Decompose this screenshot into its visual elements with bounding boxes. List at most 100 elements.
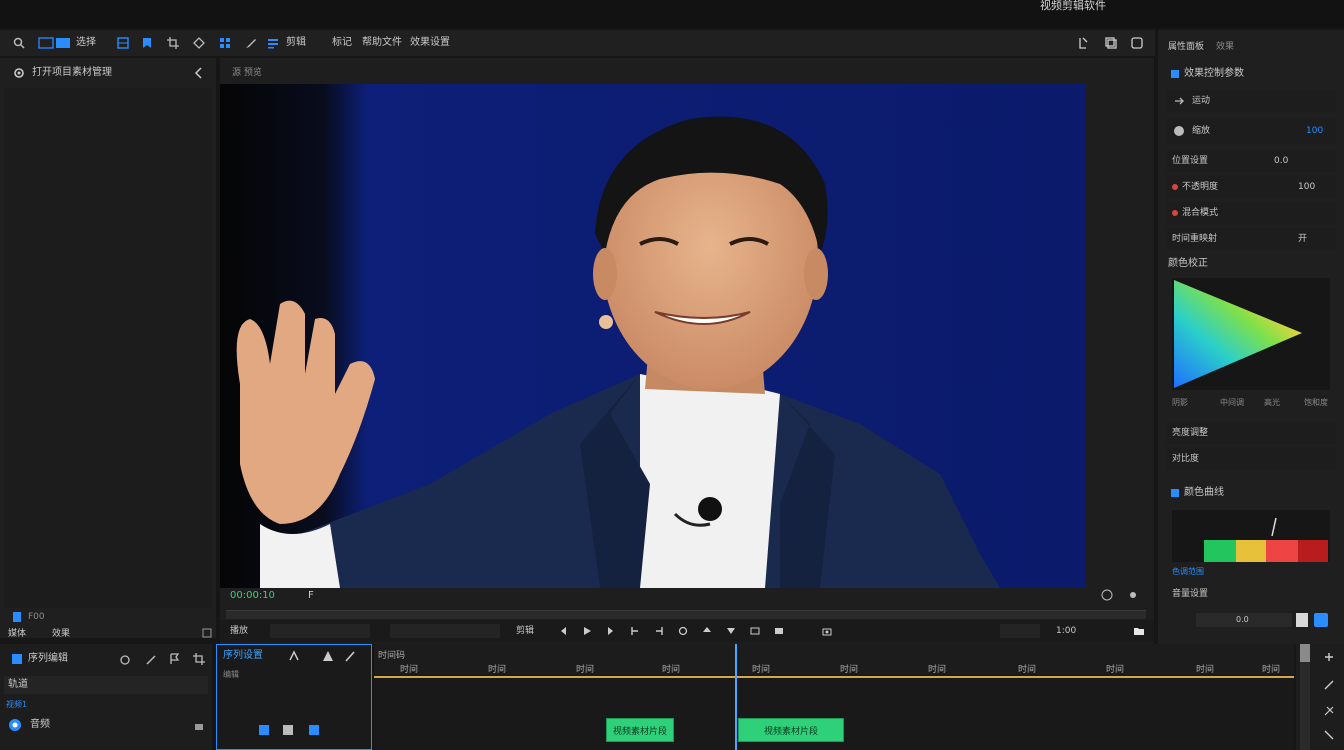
- timeline-scrollbar[interactable]: [1300, 644, 1310, 750]
- playhead[interactable]: [735, 644, 737, 750]
- preview-settings-icon[interactable]: [1126, 588, 1140, 602]
- copy-icon[interactable]: [1104, 36, 1118, 50]
- grid-icon[interactable]: [218, 36, 232, 50]
- mark-in-icon[interactable]: [628, 624, 642, 638]
- ruler-label-5: 时间: [752, 665, 771, 675]
- ruler-label-6: 时间: [840, 665, 859, 675]
- trim-icon[interactable]: [1322, 728, 1336, 742]
- preview-marker: F: [308, 590, 314, 601]
- overwrite-icon[interactable]: [772, 624, 786, 638]
- brightness-row[interactable]: 亮度调整: [1166, 422, 1336, 444]
- toolbar-item-select[interactable]: 选择: [76, 37, 96, 49]
- track-name-field[interactable]: 轨道: [4, 676, 208, 694]
- marker-tool-icon[interactable]: [140, 36, 154, 50]
- project-list-area[interactable]: [4, 88, 212, 608]
- settings-icon[interactable]: [12, 66, 26, 80]
- tab-media[interactable]: 媒体: [8, 628, 26, 640]
- zoom-in-icon[interactable]: [1322, 650, 1336, 664]
- panel-menu-icon[interactable]: [200, 626, 214, 640]
- contrast-row[interactable]: 对比度: [1166, 448, 1336, 470]
- file-label: F00: [28, 612, 45, 622]
- param-value[interactable]: 开: [1298, 233, 1307, 245]
- toolbar-item-mark[interactable]: 标记: [332, 37, 352, 49]
- zoom-field[interactable]: [1000, 624, 1040, 638]
- zoom-level[interactable]: 1:00: [1056, 625, 1076, 637]
- tab-properties[interactable]: 属性面板: [1168, 41, 1204, 53]
- ruler-label-0: 时间码: [378, 651, 406, 661]
- window-icon[interactable]: [1130, 36, 1144, 50]
- tab-effects-right[interactable]: 效果: [1216, 41, 1234, 53]
- layout-icon[interactable]: [116, 36, 130, 50]
- scrub-bar[interactable]: [226, 610, 1146, 619]
- param-row-position[interactable]: 位置设置 0.0: [1166, 150, 1336, 172]
- loop-icon[interactable]: [676, 624, 690, 638]
- audio-lock-icon[interactable]: [192, 718, 206, 732]
- volume-slider[interactable]: 0.0: [1196, 613, 1292, 627]
- param-row-timeremap[interactable]: 时间重映射 开: [1166, 228, 1336, 250]
- transport-field[interactable]: [270, 624, 370, 638]
- transport-center-label[interactable]: 剪辑: [516, 625, 534, 637]
- track-sync-button[interactable]: [283, 725, 293, 735]
- effects-control-panel: 属性面板 效果 效果控制参数 运动 缩放 100 位置设置 0.0 不透明度 1…: [1158, 30, 1344, 644]
- extract-icon[interactable]: [724, 624, 738, 638]
- step-forward-icon[interactable]: [604, 624, 618, 638]
- video-clip-a[interactable]: 视频素材片段: [606, 718, 674, 742]
- pen-tool-icon[interactable]: [144, 652, 158, 666]
- param-row-blend[interactable]: 混合模式: [1166, 202, 1336, 224]
- preview-timecode: 00:00:10: [230, 590, 275, 601]
- tool-icon-b[interactable]: [321, 649, 335, 663]
- toolbar-item-effects[interactable]: 效果设置: [410, 37, 450, 49]
- list-icon[interactable]: [266, 36, 280, 50]
- tab-effects[interactable]: 效果: [52, 628, 70, 640]
- track-mute-button[interactable]: [309, 725, 319, 735]
- timeline-area[interactable]: 视频素材片段 视频素材片段: [374, 644, 1294, 750]
- color-section-title: 颜色校正: [1168, 258, 1208, 269]
- toolbar-item-edit[interactable]: 剪辑: [286, 37, 306, 49]
- tool-icon-c[interactable]: [343, 649, 357, 663]
- export-icon[interactable]: [1076, 36, 1090, 50]
- insert-icon[interactable]: [748, 624, 762, 638]
- time-ruler[interactable]: [374, 644, 1294, 674]
- track-target-button[interactable]: [259, 725, 269, 735]
- video-frame[interactable]: [220, 84, 1086, 588]
- brightness-label: 亮度调整: [1172, 428, 1209, 438]
- param-value[interactable]: 0.0: [1274, 155, 1288, 167]
- crop-track-icon[interactable]: [192, 652, 206, 666]
- lock-icon[interactable]: [118, 652, 132, 666]
- toolbar-item-help[interactable]: 帮助文件: [362, 37, 402, 49]
- param-value[interactable]: 100: [1298, 181, 1315, 193]
- volume-slider-value: 0.0: [1236, 615, 1249, 624]
- transport-left-label[interactable]: 播放: [230, 625, 248, 637]
- crop-icon[interactable]: [166, 36, 180, 50]
- transform-icon[interactable]: [192, 36, 206, 50]
- volume-confirm-button[interactable]: [1314, 613, 1328, 627]
- fit-icon[interactable]: [1100, 588, 1114, 602]
- param-row-motion[interactable]: 运动: [1166, 90, 1336, 112]
- color-label-saturation: 饱和度: [1304, 398, 1328, 407]
- video-clip-b[interactable]: 视频素材片段: [738, 718, 844, 742]
- tone-range-graph[interactable]: [1172, 510, 1330, 562]
- audio-toggle-icon[interactable]: [8, 718, 22, 732]
- collapse-icon[interactable]: [192, 66, 206, 80]
- select-tool-icon[interactable]: [38, 36, 72, 50]
- pen-icon[interactable]: [244, 36, 258, 50]
- scale-icon: [1172, 124, 1186, 138]
- flag-icon[interactable]: [168, 652, 182, 666]
- color-wheel[interactable]: [1172, 278, 1330, 390]
- search-icon[interactable]: [12, 36, 26, 50]
- razor-icon[interactable]: [1322, 704, 1336, 718]
- mark-out-icon[interactable]: [652, 624, 666, 638]
- play-icon[interactable]: [580, 624, 594, 638]
- file-icon: [10, 610, 24, 624]
- export-frame-icon[interactable]: [820, 624, 834, 638]
- folder-icon[interactable]: [1132, 624, 1146, 638]
- param-row-opacity[interactable]: 不透明度 100: [1166, 176, 1336, 198]
- param-row-scale[interactable]: 缩放 100: [1166, 118, 1336, 144]
- param-value[interactable]: 100: [1306, 125, 1323, 137]
- step-back-icon[interactable]: [556, 624, 570, 638]
- transport-field-2[interactable]: [390, 624, 500, 638]
- snap-icon[interactable]: [1322, 678, 1336, 692]
- lift-icon[interactable]: [700, 624, 714, 638]
- tool-icon-a[interactable]: [287, 649, 301, 663]
- volume-reset-button[interactable]: [1296, 613, 1308, 627]
